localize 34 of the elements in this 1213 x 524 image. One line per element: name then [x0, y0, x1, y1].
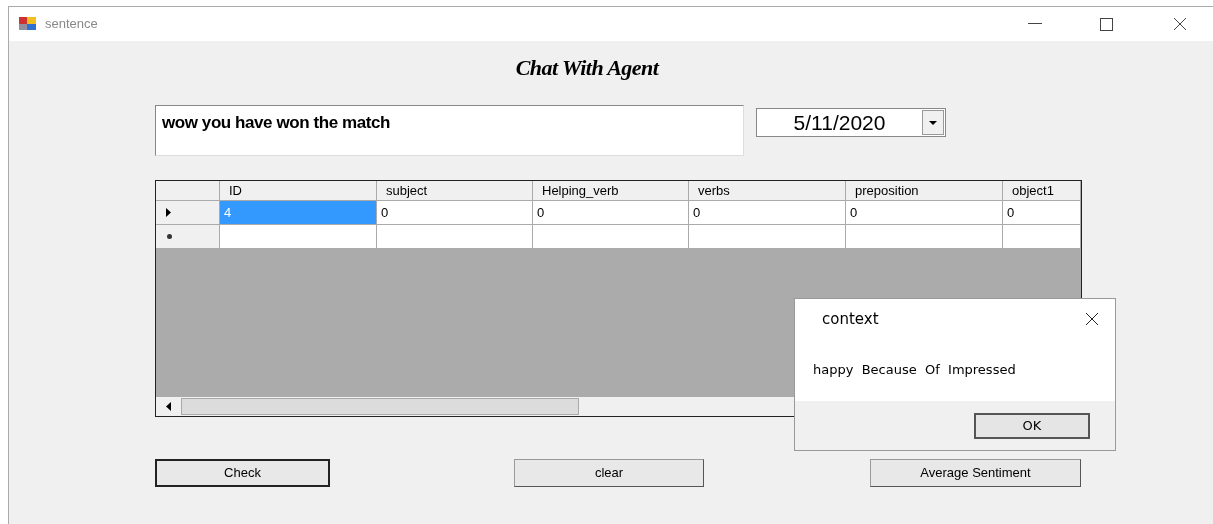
action-button[interactable]: clear	[514, 459, 704, 487]
dropdown-button[interactable]	[922, 110, 944, 135]
table-cell[interactable]: 0	[1003, 201, 1081, 225]
table-cell[interactable]	[533, 225, 689, 249]
caret-icon	[929, 120, 937, 125]
table-cell[interactable]	[689, 225, 846, 249]
date-picker[interactable]: 5/11/2020	[756, 108, 946, 137]
table-cell[interactable]: 0	[689, 201, 846, 225]
dialog-message: happy Because Of Impressed	[813, 362, 1016, 377]
table-cell[interactable]	[1003, 225, 1081, 249]
table-cell[interactable]	[220, 225, 377, 249]
new-row-icon	[166, 233, 173, 240]
action-button[interactable]: Average Sentiment	[870, 459, 1081, 487]
heading: Chat With Agent	[515, 54, 659, 82]
close-icon[interactable]	[1085, 312, 1099, 326]
row-header[interactable]	[156, 201, 220, 225]
app-icon	[19, 17, 37, 31]
table-cell[interactable]: 0	[533, 201, 689, 225]
table-cell[interactable]	[377, 225, 533, 249]
table-cell[interactable]	[846, 225, 1003, 249]
scroll-left-icon[interactable]	[166, 402, 171, 411]
message-field[interactable]: wow you have won the match	[155, 105, 744, 156]
close-icon[interactable]	[1173, 17, 1187, 31]
table-cell[interactable]: 0	[377, 201, 533, 225]
current-row-icon	[166, 208, 171, 217]
table-cell[interactable]: 0	[846, 201, 1003, 225]
window-title: sentence	[45, 15, 98, 34]
scroll-thumb[interactable]	[181, 398, 579, 415]
row-header[interactable]	[156, 225, 220, 249]
ok-button[interactable]: OK	[974, 412, 1090, 439]
minimize-icon[interactable]	[1028, 23, 1042, 25]
dialog-title: context	[822, 308, 879, 330]
action-button[interactable]: Check	[155, 459, 330, 487]
maximize-icon[interactable]	[1100, 17, 1113, 31]
